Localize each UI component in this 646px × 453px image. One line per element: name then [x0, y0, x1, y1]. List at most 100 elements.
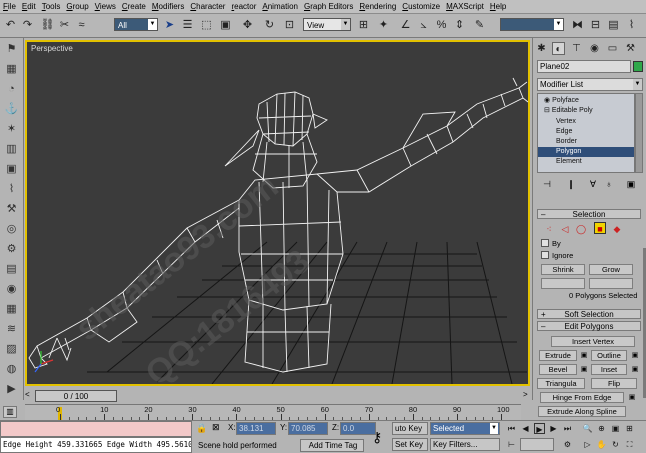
move-icon[interactable]: ✥ [240, 18, 255, 33]
show-end-result-icon[interactable]: ❙ [565, 178, 577, 190]
current-frame-field[interactable] [520, 438, 554, 451]
insert-vertex-button[interactable]: Insert Vertex [551, 336, 635, 347]
object-color-swatch[interactable] [633, 61, 643, 72]
floor-icon[interactable]: ▦ [4, 62, 19, 77]
motion-tab-icon[interactable]: ◉ [588, 42, 601, 55]
snaps-toggle-icon[interactable]: ∠ [398, 18, 413, 33]
maximize-viewport-icon[interactable]: ⛶ [624, 439, 635, 450]
stack-item-polygon[interactable]: Polygon [538, 147, 634, 157]
named-selection-icon[interactable]: ✎ [472, 18, 487, 33]
inset-settings-icon[interactable]: ▣ [629, 364, 641, 376]
mirror-icon[interactable]: ⧓ [570, 18, 585, 33]
auto-key-button[interactable]: uto Key [392, 422, 428, 435]
key-icon[interactable]: ⚷ [372, 429, 382, 446]
rotate-icon[interactable]: ↻ [262, 18, 277, 33]
configure-sets-icon[interactable]: ▣ [625, 178, 637, 190]
stack-item-element[interactable]: Element [538, 157, 634, 167]
edge-select-icon[interactable]: ◁ [559, 223, 571, 235]
redo-icon[interactable]: ↷ [20, 18, 35, 33]
soft-body-icon[interactable]: ◍ [4, 362, 19, 377]
retriangulate-button[interactable]: Triangula [537, 378, 585, 389]
cloth-icon[interactable]: ▨ [4, 342, 19, 357]
menu-group[interactable]: Group [63, 0, 91, 14]
y-coordinate-field[interactable]: 70.085 [288, 422, 328, 435]
edit-polygons-rollout-header[interactable]: – Edit Polygons [537, 321, 641, 331]
grid-icon[interactable]: ▦ [4, 302, 19, 317]
loop-button[interactable] [589, 278, 633, 289]
object-name-field[interactable]: Plane02 [537, 60, 631, 73]
walkthrough-icon[interactable]: ⚑ [4, 42, 19, 57]
angle-snap-icon[interactable]: ⦣ [416, 18, 431, 33]
menu-modifiers[interactable]: Modifiers [149, 0, 187, 14]
anchor-icon[interactable]: ⚓ [4, 102, 19, 117]
scale-icon[interactable]: ⊡ [282, 18, 297, 33]
modify-tab-icon[interactable]: ◐ [552, 42, 565, 55]
film-icon[interactable]: ▤ [4, 262, 19, 277]
extrude-button[interactable]: Extrude [539, 350, 577, 361]
hinge-settings-icon[interactable]: ▣ [626, 392, 638, 404]
undo-icon[interactable]: ↶ [3, 18, 18, 33]
layer-manager-icon[interactable]: ▤ [606, 18, 621, 33]
percent-snap-icon[interactable]: % [434, 18, 449, 33]
soft-selection-rollout-header[interactable]: + Soft Selection [537, 309, 641, 319]
ring-button[interactable] [541, 278, 585, 289]
menu-edit[interactable]: Edit [19, 0, 39, 14]
stack-item-vertex[interactable]: Vertex [538, 117, 634, 127]
pan-icon[interactable]: ✋ [596, 439, 607, 450]
go-to-start-icon[interactable]: ⏮ [506, 423, 517, 434]
prev-frame-icon[interactable]: < [25, 390, 30, 399]
go-to-end-icon[interactable]: ⏭ [562, 423, 573, 434]
rectangular-selection-icon[interactable]: ⬚ [199, 18, 214, 33]
display-tab-icon[interactable]: ▭ [606, 42, 619, 55]
vertex-select-icon[interactable]: ⁖ [543, 223, 555, 235]
align-icon[interactable]: ⊟ [588, 18, 603, 33]
curve-editor-icon[interactable]: ⌇ [624, 18, 639, 33]
gear-icon[interactable]: ⚙ [4, 242, 19, 257]
bulb-icon[interactable]: ◉ [544, 97, 550, 104]
previous-frame-icon[interactable]: ◀ [520, 423, 531, 434]
key-mode-toggle-icon[interactable]: ⊢ [506, 439, 517, 450]
field-of-view-icon[interactable]: ▷ [582, 439, 593, 450]
menu-create[interactable]: Create [119, 0, 149, 14]
maxscript-output[interactable]: Edge Height 459.331665 Edge Width 495.56… [0, 437, 192, 453]
bevel-button[interactable]: Bevel [539, 364, 577, 375]
time-slider-thumb[interactable]: 0 / 100 [35, 390, 117, 402]
stack-item-edge[interactable]: Edge [538, 127, 634, 137]
menu-maxscript[interactable]: MAXScript [443, 0, 487, 14]
next-frame-icon[interactable]: ▶ [548, 423, 559, 434]
play-icon[interactable]: ▶ [534, 423, 545, 434]
flip-button[interactable]: Flip [591, 378, 637, 389]
play-preview-icon[interactable]: ▶ [4, 382, 19, 397]
key-mode-dropdown[interactable]: Selected ▼ [430, 422, 500, 435]
create-tab-icon[interactable]: ✱ [535, 42, 548, 55]
set-key-button[interactable]: Set Key [392, 438, 428, 451]
track-bar[interactable]: 0 10 20 30 40 50 60 70 80 90 100 [25, 404, 521, 420]
key-filters-button[interactable]: Key Filters... [430, 438, 500, 451]
grow-button[interactable]: Grow [589, 264, 633, 275]
select-link-icon[interactable]: ⛓ [40, 18, 55, 33]
bevel-settings-icon[interactable]: ▣ [578, 364, 590, 376]
remove-modifier-icon[interactable]: ♁ [603, 178, 615, 190]
by-vertex-checkbox[interactable]: By [541, 239, 561, 249]
lock-selection-icon[interactable]: 🔒 [196, 423, 207, 434]
z-coordinate-field[interactable]: 0.0 [340, 422, 376, 435]
absolute-mode-icon[interactable]: ⊠ [212, 422, 220, 433]
viewport-label[interactable]: Perspective [31, 44, 73, 53]
selection-rollout-header[interactable]: – Selection [537, 209, 641, 219]
menu-rendering[interactable]: Rendering [356, 0, 399, 14]
zoom-extents-icon[interactable]: ▣ [610, 423, 621, 434]
shrink-button[interactable]: Shrink [541, 264, 585, 275]
inset-button[interactable]: Inset [591, 364, 627, 375]
rope-icon[interactable]: ≋ [4, 322, 19, 337]
menu-help[interactable]: Help [487, 0, 509, 14]
reactor-icon[interactable]: ◔ [4, 82, 19, 97]
menu-character[interactable]: Character [187, 0, 228, 14]
pivot-point-icon[interactable]: ⊞ [356, 18, 371, 33]
polygon-select-icon[interactable]: ■ [594, 222, 606, 234]
zoom-extents-all-icon[interactable]: ⊞ [624, 423, 635, 434]
spring-icon[interactable]: ⌇ [4, 182, 19, 197]
wrench-icon[interactable]: ⚒ [4, 202, 19, 217]
layers-icon[interactable]: ▥ [4, 142, 19, 157]
arc-rotate-icon[interactable]: ↻ [610, 439, 621, 450]
element-select-icon[interactable]: ◆ [611, 223, 623, 235]
